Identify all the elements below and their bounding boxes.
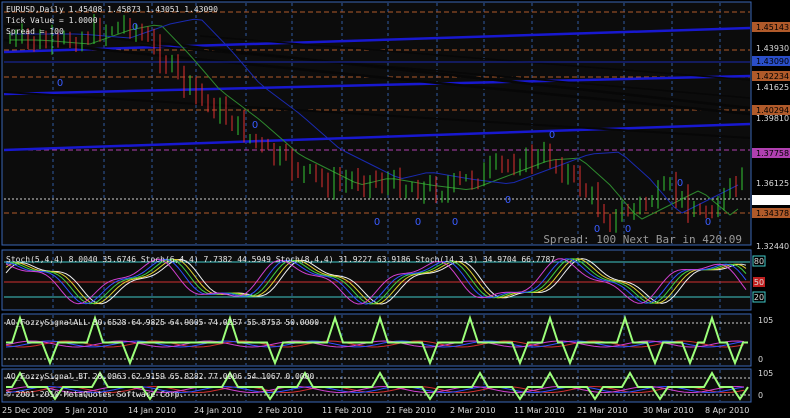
- price-label: 1.45143: [756, 23, 789, 32]
- fractal-marker: 0: [252, 120, 258, 131]
- price-label: 1.32440: [756, 242, 789, 251]
- svg-text:20: 20: [754, 293, 764, 302]
- fractal-marker: 0: [677, 178, 683, 189]
- price-label: 1.39810: [756, 114, 789, 123]
- time-label: 2 Mar 2010: [450, 406, 496, 415]
- ao-fozzy-all-panel[interactable]: AO_FozzySignalALL 30.6528 64.9825 64.900…: [1, 313, 773, 367]
- time-label: 24 Jan 2010: [194, 406, 242, 415]
- time-label: 25 Dec 2009: [2, 406, 53, 415]
- time-label: 11 Feb 2010: [322, 406, 372, 415]
- fractal-marker: 0: [57, 78, 63, 89]
- stoch-level-80-tag: 80: [752, 255, 766, 267]
- trading-chart[interactable]: 0 0 0 0 0 0 0 0 0 0 0 0 EURUSD,Daily 1.45408 1.4587…: [0, 0, 790, 418]
- time-label: 14 Jan 2010: [128, 406, 176, 415]
- spread-label: Spread = 100: [6, 27, 64, 36]
- fractal-marker: 0: [505, 195, 511, 206]
- time-axis: 25 Dec 2009 5 Jan 2010 14 Jan 2010 24 Jan 2…: [2, 406, 749, 415]
- price-label: 1.41625: [756, 83, 789, 92]
- time-label: 21 Feb 2010: [386, 406, 436, 415]
- price-label: 1.36125: [756, 179, 789, 188]
- ao1-scale-top: 105: [758, 316, 773, 325]
- price-label: 1.34378: [756, 209, 789, 218]
- main-price-panel[interactable]: 0000 0 0000 000 EURUSD,Daily 1.45408 1.4587…: [1, 1, 752, 246]
- fractal-marker: 0: [415, 217, 421, 228]
- stochastic-panel[interactable]: Stoch(5,4,4) 8.0040 35.6746 Stoch(6,4,4)…: [1, 249, 766, 311]
- stoch-title: Stoch(5,4,4) 8.0040 35.6746 Stoch(6,4,4)…: [6, 255, 555, 264]
- fractal-marker: 0: [452, 217, 458, 228]
- time-label: 2 Feb 2010: [258, 406, 303, 415]
- stoch-level-50-tag: 50: [753, 277, 765, 287]
- price-label: 1.43090: [756, 57, 789, 66]
- price-label: 1.43930: [756, 44, 789, 53]
- price-axis: 1.451431.439301.430901.422341.416251.402…: [752, 22, 790, 251]
- price-label: 1.42234: [756, 72, 789, 81]
- symbol-title: EURUSD,Daily 1.45408 1.45873 1.43051 1.4…: [6, 5, 218, 14]
- spread-next-bar-footer: Spread: 100 Next Bar in 420:09: [543, 233, 742, 246]
- svg-text:80: 80: [754, 257, 764, 266]
- ao1-scale-bottom: 0: [758, 355, 763, 364]
- tick-value-label: Tick Value = 1.0000: [6, 16, 98, 25]
- fractal-marker: 0: [132, 22, 138, 33]
- fractal-marker: 0: [549, 130, 555, 141]
- time-label: 30 Mar 2010: [643, 406, 694, 415]
- fractal-marker: 0: [374, 217, 380, 228]
- copyright-watermark: © 2001-2010 MetaQuotes Software Corp.: [6, 390, 184, 399]
- svg-text:50: 50: [754, 278, 764, 287]
- fractal-marker: 0: [705, 217, 711, 228]
- ao-fozzy-bt-panel[interactable]: AO_FozzySignal_BT 28.0963 62.9159 65.828…: [1, 368, 773, 403]
- ao1-title: AO_FozzySignalALL 30.6528 64.9825 64.900…: [6, 318, 319, 327]
- ao2-scale-bottom: 0: [758, 391, 763, 400]
- price-label: 1.35000: [756, 196, 789, 205]
- time-label: 8 Apr 2010: [705, 406, 749, 415]
- stoch-level-20-tag: 20: [752, 291, 766, 303]
- time-label: 21 Mar 2010: [577, 406, 628, 415]
- time-label: 5 Jan 2010: [65, 406, 108, 415]
- time-label: 11 Mar 2010: [514, 406, 565, 415]
- ao2-title: AO_FozzySignal_BT 28.0963 62.9159 65.828…: [6, 372, 314, 381]
- ao2-scale-top: 105: [758, 369, 773, 378]
- price-label: 1.37758: [756, 149, 789, 158]
